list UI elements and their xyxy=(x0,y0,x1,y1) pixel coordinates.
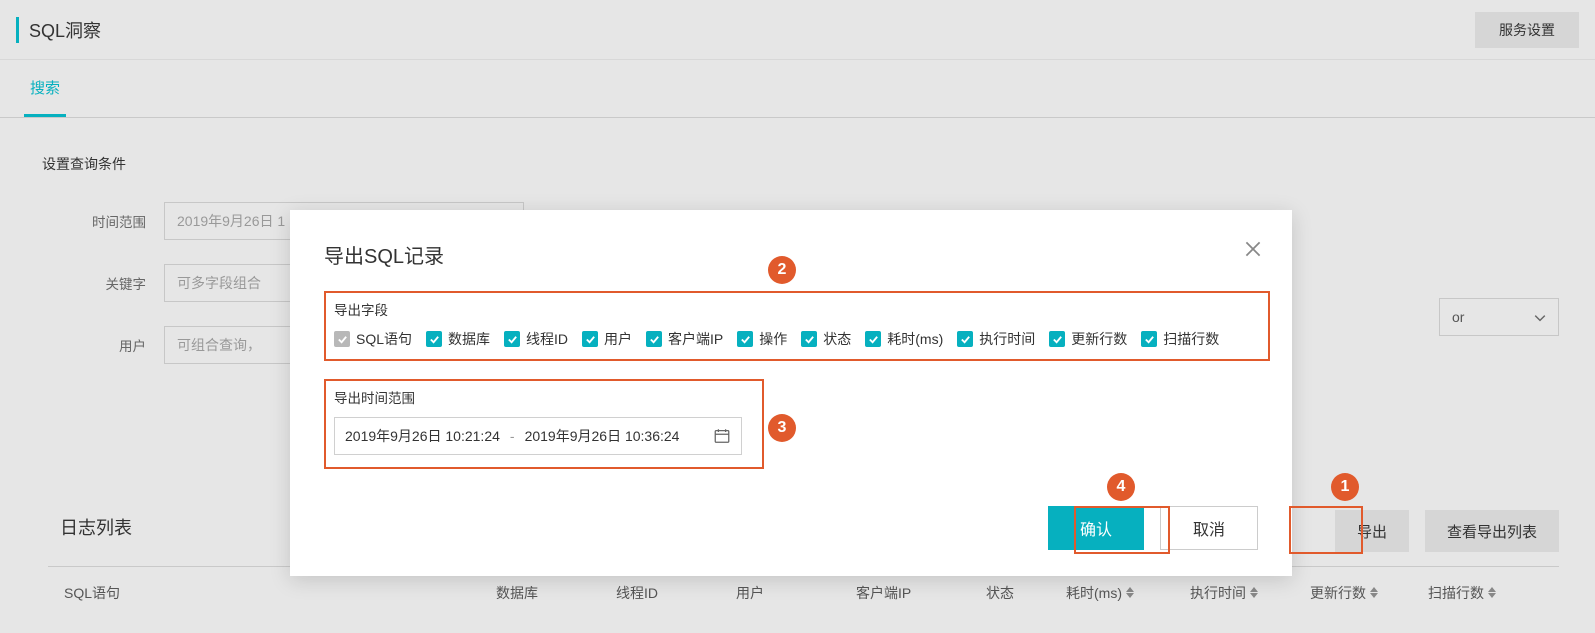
export-field-label: SQL语句 xyxy=(356,329,412,349)
tab-search[interactable]: 搜索 xyxy=(24,61,66,117)
export-button[interactable]: 导出 xyxy=(1335,510,1409,552)
col-scan[interactable]: 扫描行数 xyxy=(1420,583,1530,603)
col-cost-label: 耗时(ms) xyxy=(1066,583,1122,603)
col-upd[interactable]: 更新行数 xyxy=(1302,583,1420,603)
checkbox-icon xyxy=(504,331,520,347)
callout-badge-2: 2 xyxy=(768,256,796,284)
export-field-label: 用户 xyxy=(604,329,632,349)
view-export-list-button[interactable]: 查看导出列表 xyxy=(1425,510,1559,552)
log-list-title: 日志列表 xyxy=(60,514,132,540)
export-field-label: 耗时(ms) xyxy=(887,329,943,349)
user-placeholder: 可组合查询， xyxy=(177,335,261,355)
logic-select-value: or xyxy=(1452,309,1464,325)
export-field-label: 客户端IP xyxy=(668,329,723,349)
export-field-checkbox[interactable]: 客户端IP xyxy=(646,329,723,349)
col-ip[interactable]: 客户端IP xyxy=(848,583,978,603)
checkbox-icon xyxy=(737,331,753,347)
sort-icon xyxy=(1126,586,1136,600)
callout-badge-4: 4 xyxy=(1107,473,1135,501)
export-field-checkbox[interactable]: 数据库 xyxy=(426,329,490,349)
cancel-label: 取消 xyxy=(1193,516,1225,540)
page-title: SQL洞察 xyxy=(16,17,101,43)
callout-badge-3: 3 xyxy=(768,414,796,442)
export-field-label: 操作 xyxy=(759,329,787,349)
confirm-label: 确认 xyxy=(1080,516,1112,540)
chevron-down-icon xyxy=(1534,311,1546,323)
export-field-checkbox: SQL语句 xyxy=(334,329,412,349)
confirm-button[interactable]: 确认 xyxy=(1048,506,1144,550)
modal-actions: 确认 取消 xyxy=(1048,506,1258,550)
log-actions: 导出 查看导出列表 xyxy=(1335,510,1559,552)
checkbox-icon xyxy=(646,331,662,347)
export-field-checkbox[interactable]: 操作 xyxy=(737,329,787,349)
query-section-label: 设置查询条件 xyxy=(42,154,1571,174)
col-cost[interactable]: 耗时(ms) xyxy=(1058,583,1182,603)
date-from: 2019年9月26日 10:21:24 xyxy=(345,426,500,446)
service-settings-button[interactable]: 服务设置 xyxy=(1475,12,1579,48)
checkbox-icon xyxy=(426,331,442,347)
row-keyword-label: 关键字 xyxy=(24,273,164,293)
row-user-label: 用户 xyxy=(24,335,164,355)
col-thread[interactable]: 线程ID xyxy=(608,583,728,603)
export-field-checkbox[interactable]: 耗时(ms) xyxy=(865,329,943,349)
export-field-checkbox[interactable]: 状态 xyxy=(801,329,851,349)
logic-select[interactable]: or xyxy=(1439,298,1559,336)
export-field-label: 数据库 xyxy=(448,329,490,349)
export-button-label: 导出 xyxy=(1357,521,1387,542)
col-user[interactable]: 用户 xyxy=(728,583,848,603)
checkbox-icon xyxy=(801,331,817,347)
export-field-label: 更新行数 xyxy=(1071,329,1127,349)
sort-icon xyxy=(1488,586,1498,600)
export-date-range-input[interactable]: 2019年9月26日 10:21:24 - 2019年9月26日 10:36:2… xyxy=(334,417,742,455)
export-field-checkbox[interactable]: 更新行数 xyxy=(1049,329,1127,349)
service-settings-label: 服务设置 xyxy=(1499,20,1555,40)
export-field-label: 线程ID xyxy=(526,329,568,349)
tabs-row: 搜索 xyxy=(0,60,1595,118)
close-icon[interactable] xyxy=(1242,238,1264,260)
callout-badge-1: 1 xyxy=(1331,473,1359,501)
export-fields-row: SQL语句 数据库 线程ID 用户 客户端IP 操作 状态 耗时(ms) 执行时间 更新行数 扫描行… xyxy=(334,329,1260,349)
row-time-label: 时间范围 xyxy=(24,211,164,231)
checkbox-icon xyxy=(957,331,973,347)
page-header: SQL洞察 服务设置 xyxy=(0,0,1595,60)
export-field-label: 扫描行数 xyxy=(1163,329,1219,349)
col-time-label: 执行时间 xyxy=(1190,583,1246,603)
export-field-checkbox[interactable]: 扫描行数 xyxy=(1141,329,1219,349)
col-sql[interactable]: SQL语句 xyxy=(48,583,488,603)
col-db[interactable]: 数据库 xyxy=(488,583,608,603)
export-fields-box: 导出字段 SQL语句 数据库 线程ID 用户 客户端IP 操作 状态 耗时(ms) 执行时间 更新… xyxy=(324,291,1270,361)
date-separator: - xyxy=(510,428,515,444)
time-range-value: 2019年9月26日 1 xyxy=(177,211,285,231)
export-fields-label: 导出字段 xyxy=(334,299,1260,319)
checkbox-icon xyxy=(582,331,598,347)
col-state[interactable]: 状态 xyxy=(978,583,1058,603)
sort-icon xyxy=(1250,586,1260,600)
cancel-button[interactable]: 取消 xyxy=(1160,506,1258,550)
col-scan-label: 扫描行数 xyxy=(1428,583,1484,603)
col-time[interactable]: 执行时间 xyxy=(1182,583,1302,603)
export-time-label: 导出时间范围 xyxy=(334,387,754,407)
export-field-checkbox[interactable]: 线程ID xyxy=(504,329,568,349)
checkbox-icon xyxy=(334,331,350,347)
calendar-icon xyxy=(713,427,731,445)
export-field-checkbox[interactable]: 用户 xyxy=(582,329,632,349)
export-field-checkbox[interactable]: 执行时间 xyxy=(957,329,1035,349)
checkbox-icon xyxy=(865,331,881,347)
tab-search-label: 搜索 xyxy=(30,80,60,97)
checkbox-icon xyxy=(1049,331,1065,347)
checkbox-icon xyxy=(1141,331,1157,347)
sort-icon xyxy=(1370,586,1380,600)
keyword-placeholder: 可多字段组合 xyxy=(177,273,261,293)
col-upd-label: 更新行数 xyxy=(1310,583,1366,603)
view-export-list-label: 查看导出列表 xyxy=(1447,521,1537,542)
export-field-label: 状态 xyxy=(823,329,851,349)
date-to: 2019年9月26日 10:36:24 xyxy=(525,426,680,446)
export-field-label: 执行时间 xyxy=(979,329,1035,349)
export-time-box: 导出时间范围 2019年9月26日 10:21:24 - 2019年9月26日 … xyxy=(324,379,764,469)
